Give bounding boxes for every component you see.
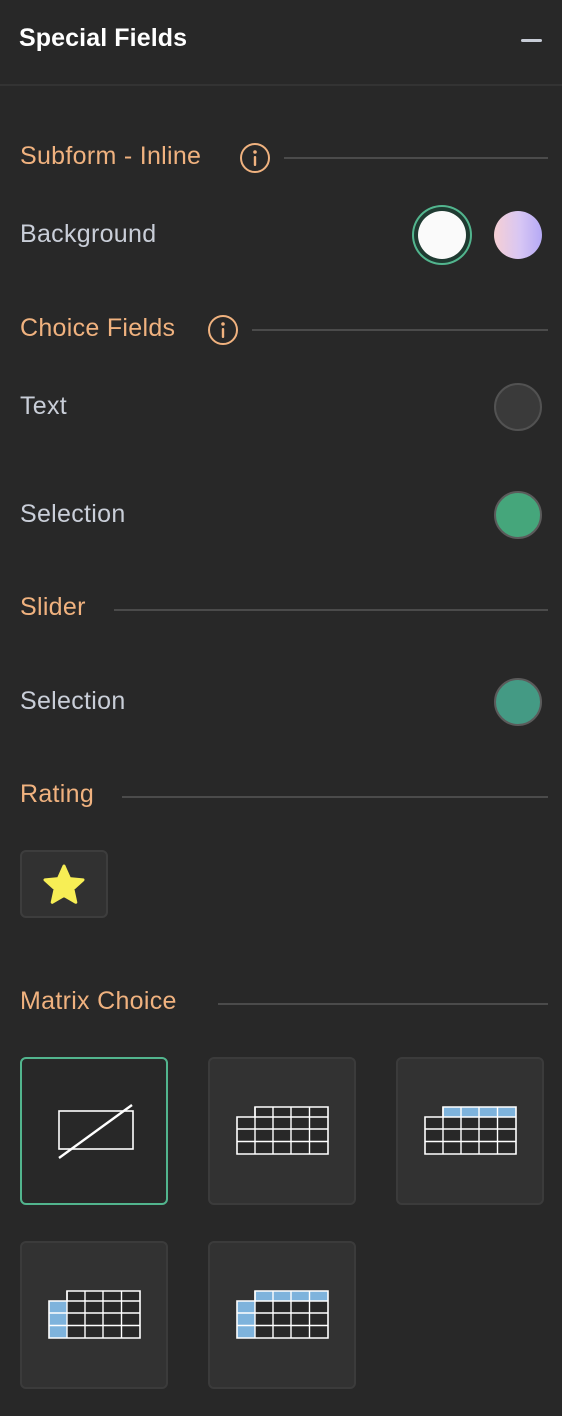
info-icon[interactable] [239,142,271,174]
panel-title: Special Fields [19,24,188,52]
section-title-slider: Slider [20,593,86,621]
section-title-matrix-choice: Matrix Choice [20,987,177,1015]
header-column-grid-icon [48,1290,141,1339]
star-icon [43,864,85,904]
minus-icon [521,39,542,42]
collapse-button[interactable] [514,26,548,56]
matrix-style-header-row[interactable] [396,1057,544,1205]
choice-selection-label: Selection [20,500,126,528]
section-divider [252,329,548,331]
choice-text-color-swatch[interactable] [494,383,542,431]
background-label: Background [20,220,157,248]
matrix-style-none[interactable] [20,1057,168,1205]
rating-star-option[interactable] [20,850,108,918]
panel-header: Special Fields [0,0,562,86]
section-title-choice-fields: Choice Fields [20,314,176,342]
background-swatch-gradient[interactable] [494,211,542,259]
choice-selection-color-swatch[interactable] [494,491,542,539]
section-divider [122,796,548,798]
section-divider [218,1003,548,1005]
plain-grid-icon [236,1106,329,1155]
matrix-style-plain-grid[interactable] [208,1057,356,1205]
header-row-column-grid-icon [236,1290,329,1339]
info-icon[interactable] [207,314,239,346]
section-divider [284,157,548,159]
header-row-grid-icon [424,1106,517,1155]
section-divider [114,609,548,611]
slider-selection-color-swatch[interactable] [494,678,542,726]
background-swatch-white[interactable] [418,211,466,259]
matrix-style-header-column[interactable] [20,1241,168,1389]
matrix-style-header-row-and-column[interactable] [208,1241,356,1389]
choice-text-label: Text [20,392,68,420]
section-title-subform-inline: Subform - Inline [20,142,202,170]
no-style-icon [58,1104,134,1159]
slider-selection-label: Selection [20,687,126,715]
section-title-rating: Rating [20,780,95,808]
